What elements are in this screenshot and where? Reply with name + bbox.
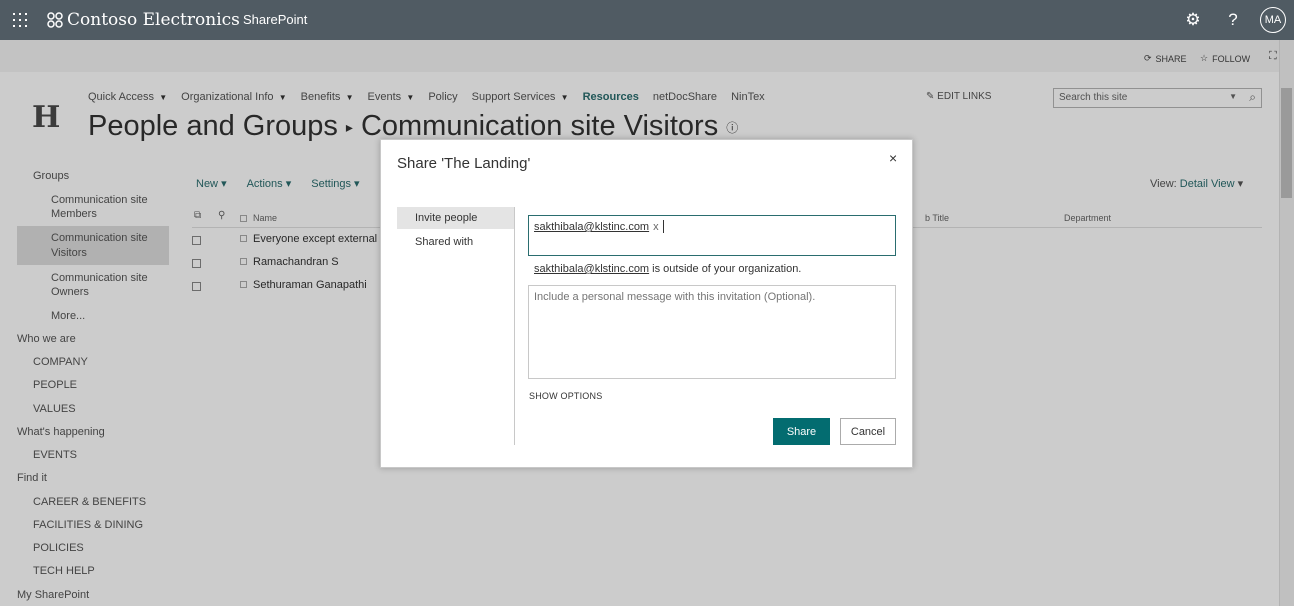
avatar[interactable]: MA [1260, 7, 1286, 33]
cancel-button[interactable]: Cancel [840, 418, 896, 445]
close-icon[interactable]: × [889, 150, 897, 166]
warning-text: is outside of your organization. [649, 263, 802, 275]
share-button[interactable]: Share [773, 418, 830, 445]
gear-icon[interactable]: ⚙ [1183, 10, 1203, 30]
suite-bar: Contoso Electronics SharePoint ⚙ ? MA [0, 0, 1294, 40]
recipient-email: sakthibala@klstinc.com [534, 221, 650, 233]
dialog-tabs: Invite people Shared with [397, 207, 515, 445]
waffle-icon[interactable] [13, 13, 27, 27]
show-options-link[interactable]: SHOW OPTIONS [529, 391, 602, 401]
remove-recipient-button[interactable]: x [653, 221, 659, 233]
brand-link[interactable]: Contoso Electronics [46, 9, 240, 31]
dialog-title: Share 'The Landing' [397, 155, 531, 172]
tab-shared-with[interactable]: Shared with [397, 231, 514, 253]
text-cursor [663, 220, 664, 233]
tab-invite-people[interactable]: Invite people [397, 207, 514, 229]
warning-email: sakthibala@klstinc.com [534, 263, 650, 275]
brand-name: Contoso Electronics [67, 10, 240, 30]
app-name[interactable]: SharePoint [243, 12, 307, 27]
share-dialog: Share 'The Landing' × Invite people Shar… [380, 139, 913, 468]
recipient-input[interactable]: sakthibala@klstinc.com x [528, 215, 896, 256]
recipient-chip: sakthibala@klstinc.com x [534, 221, 659, 233]
external-warning: sakthibala@klstinc.com is outside of you… [534, 263, 801, 275]
personal-message-input[interactable] [528, 285, 896, 379]
brand-logo-icon [46, 11, 64, 29]
help-icon[interactable]: ? [1223, 10, 1243, 30]
